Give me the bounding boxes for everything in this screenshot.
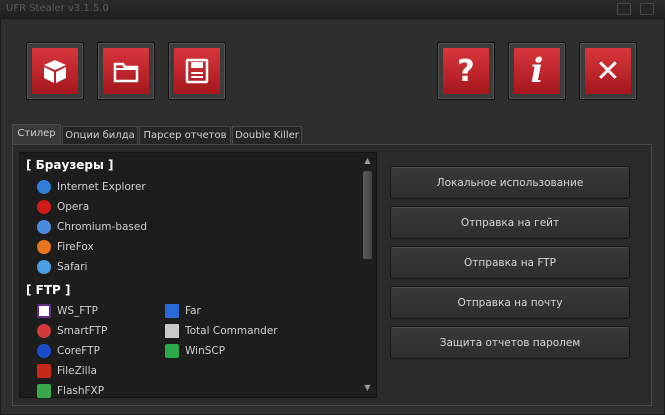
toolbar-open-button[interactable] [97, 42, 155, 100]
chromium-icon [37, 220, 51, 234]
folder-icon [113, 62, 139, 83]
list-item[interactable]: WS_FTP [37, 303, 98, 319]
password-protect-button[interactable]: Защита отчетов паролем [390, 326, 630, 359]
ws-ftp-icon [37, 304, 51, 318]
list-item[interactable]: Total Commander [165, 323, 278, 339]
toolbar-build-button[interactable] [26, 42, 84, 100]
list-item[interactable]: FlashFXP [37, 383, 104, 399]
list-item[interactable]: Chromium-based [37, 219, 147, 235]
list-item[interactable]: Safari [37, 259, 87, 275]
list-item[interactable]: Internet Explorer [37, 179, 146, 195]
list-item[interactable]: Opera [37, 199, 89, 215]
send-to-ftp-button[interactable]: Отправка на FTP [390, 246, 630, 279]
window-title: UFR Stealer v3.1.5.0 [6, 3, 109, 14]
minimize-button[interactable] [617, 3, 631, 15]
scrollbar-thumb[interactable] [363, 171, 372, 259]
tab-stealer[interactable]: Стилер [12, 124, 61, 145]
total-commander-icon [165, 324, 179, 338]
title-bar: UFR Stealer v3.1.5.0 [0, 0, 665, 19]
opera-icon [37, 200, 51, 214]
smartftp-icon [37, 324, 51, 338]
ftp-header: [ FTP ] [26, 283, 71, 297]
internet-explorer-icon [37, 180, 51, 194]
tab-double-killer[interactable]: Double Killer [232, 126, 302, 145]
list-item[interactable]: FileZilla [37, 363, 97, 379]
scroll-up-arrow[interactable]: ▲ [363, 156, 372, 165]
list-item[interactable]: CoreFTP [37, 343, 100, 359]
toolbar-help-button[interactable]: ? [437, 42, 495, 100]
send-to-mail-button[interactable]: Отправка на почту [390, 286, 630, 319]
flashfxp-icon [37, 384, 51, 398]
window-close-button[interactable] [640, 3, 654, 15]
toolbar-save-button[interactable] [168, 42, 226, 100]
send-to-gate-button[interactable]: Отправка на гейт [390, 206, 630, 239]
help-icon: ? [457, 53, 475, 89]
coreftp-icon [37, 344, 51, 358]
list-item[interactable]: SmartFTP [37, 323, 107, 339]
close-icon: ✕ [595, 53, 621, 89]
cube-icon [44, 60, 66, 83]
winscp-icon [165, 344, 179, 358]
firefox-icon [37, 240, 51, 254]
tab-build-options[interactable]: Опции билда [62, 126, 138, 145]
local-use-button[interactable]: Локальное использование [390, 166, 630, 199]
info-icon: i [530, 51, 544, 91]
tab-report-parser[interactable]: Парсер отчетов [139, 126, 231, 145]
save-icon [185, 58, 209, 84]
toolbar-exit-button[interactable]: ✕ [579, 42, 637, 100]
browsers-header: [ Браузеры ] [26, 158, 114, 172]
scroll-down-arrow[interactable]: ▼ [363, 383, 372, 392]
list-item[interactable]: Far [165, 303, 201, 319]
far-icon [165, 304, 179, 318]
list-item[interactable]: WinSCP [165, 343, 225, 359]
filezilla-icon [37, 364, 51, 378]
safari-icon [37, 260, 51, 274]
list-item[interactable]: FireFox [37, 239, 94, 255]
toolbar-info-button[interactable]: i [508, 42, 566, 100]
